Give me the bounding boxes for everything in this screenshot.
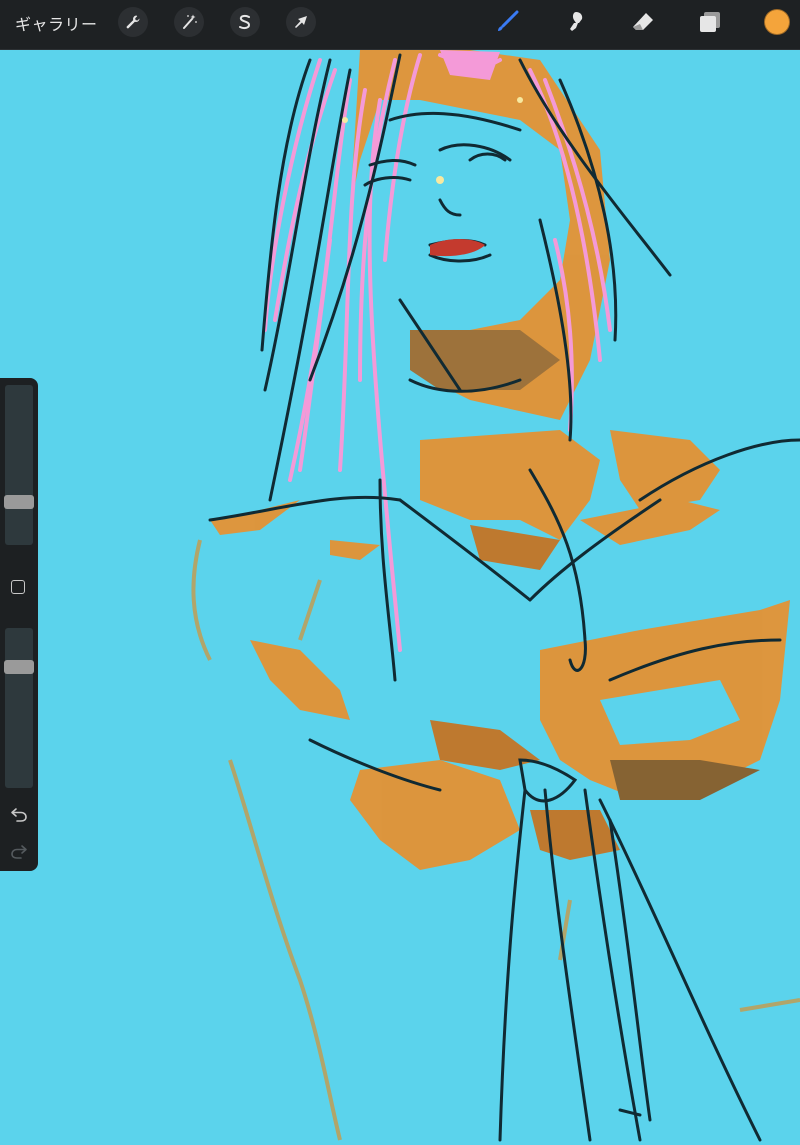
transform-button[interactable] [286,7,316,37]
brush-icon [498,10,519,31]
redo-button[interactable] [8,840,30,862]
selection-s-icon [239,14,251,30]
eraser-icon [633,13,653,30]
wrench-icon [126,15,140,29]
drawing-canvas[interactable] [0,0,800,1145]
layers-icon [700,12,720,32]
opacity-thumb[interactable] [4,660,34,674]
top-toolbar: ギャラリー [0,0,800,50]
smudge-tool-button[interactable] [558,5,592,39]
actions-button[interactable] [118,7,148,37]
color-picker-button[interactable] [764,9,790,35]
adjustments-button[interactable] [174,7,204,37]
eraser-tool-button[interactable] [626,5,660,39]
brush-size-thumb[interactable] [4,495,34,509]
undo-icon [11,808,27,822]
side-toolbar [0,378,38,871]
magic-wand-icon [183,14,197,29]
selection-button[interactable] [230,7,260,37]
brush-size-slider[interactable] [4,385,34,545]
redo-icon [11,845,27,859]
opacity-slider[interactable] [4,628,34,788]
arrow-cursor-icon [295,16,307,28]
undo-button[interactable] [8,803,30,825]
brush-tool-button[interactable] [490,5,524,39]
procreate-app: ギャラリー [0,0,800,1145]
modify-button[interactable] [11,580,25,594]
gallery-button[interactable]: ギャラリー [15,11,98,35]
smudge-icon [570,12,583,31]
layers-button[interactable] [693,5,727,39]
